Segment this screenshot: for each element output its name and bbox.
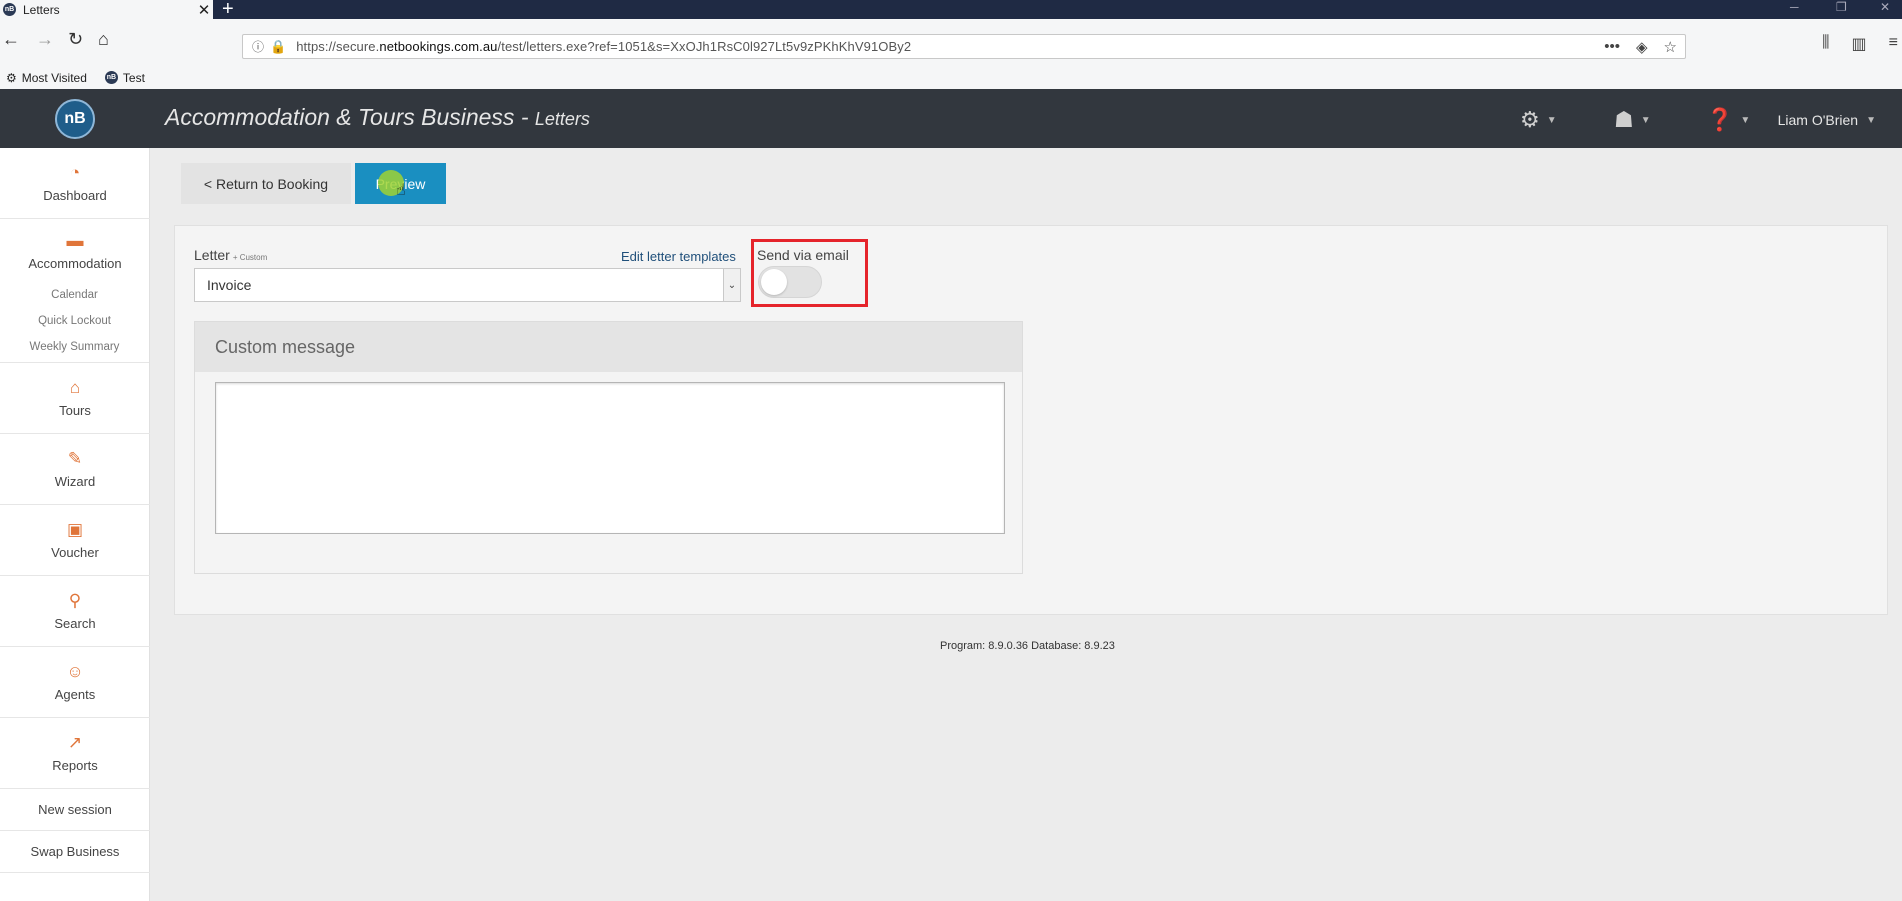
pocket-icon[interactable]: ◈ <box>1636 38 1648 56</box>
url-bar[interactable]: ⓘ 🔒 https://secure.netbookings.com.au/te… <box>242 34 1686 59</box>
custom-link[interactable]: + Custom <box>233 253 267 262</box>
custom-message-panel: Custom message <box>194 321 1023 574</box>
library-icon[interactable]: ⫼ <box>1822 34 1829 54</box>
sidebar-toggle-icon[interactable]: ▥ <box>1852 34 1867 54</box>
sidebar-item-calendar[interactable]: Calendar <box>0 282 149 308</box>
user-menu[interactable]: Liam O'Brien ▼ <box>1778 112 1876 128</box>
menu-icon[interactable]: ≡ <box>1889 34 1898 54</box>
bookmark-most-visited[interactable]: ⚙ Most Visited <box>6 71 87 85</box>
browser-toolbar-icons: ⫼ ▥ ≡ <box>1822 34 1902 54</box>
gears-icon: ⚙ <box>1520 107 1540 132</box>
custom-message-header: Custom message <box>195 322 1022 372</box>
caret-down-icon: ▼ <box>1546 114 1557 126</box>
send-via-email-label: Send via email <box>757 247 849 263</box>
sidebar-item-reports[interactable]: ↗ Reports <box>0 718 150 789</box>
app-logo: nB <box>55 98 95 139</box>
settings-menu[interactable]: ⚙ ▼ <box>1520 107 1557 133</box>
ninja-icon: ☗ <box>1614 107 1634 132</box>
site-info-icon[interactable]: ⓘ <box>252 38 264 55</box>
gear-icon: ⚙ <box>6 70 17 85</box>
sidebar-item-new-session[interactable]: New session <box>0 789 150 831</box>
app-header: nB Accommodation & Tours Business - Lett… <box>0 89 1902 148</box>
edit-letter-templates-link[interactable]: Edit letter templates <box>621 249 736 264</box>
sidebar-group-accommodation: ▬ Accommodation Calendar Quick Lockout W… <box>0 219 149 363</box>
custom-message-textarea[interactable] <box>215 382 1005 534</box>
agent-icon: ☺ <box>66 662 84 681</box>
reload-icon[interactable]: ↻ <box>68 29 83 50</box>
page-title: Accommodation & Tours Business - Letters <box>165 104 590 130</box>
user-role-menu[interactable]: ☗ ▼ <box>1614 107 1651 133</box>
help-icon: ❓ <box>1706 107 1734 132</box>
gift-icon: ▣ <box>66 520 84 539</box>
sidebar-item-swap-business[interactable]: Swap Business <box>0 831 150 873</box>
logo-area[interactable]: nB <box>0 89 150 148</box>
sidebar-item-dashboard[interactable]: ◔ Dashboard <box>0 148 150 219</box>
chart-icon: ↗ <box>67 733 83 752</box>
speedometer-icon: ◔ <box>69 163 81 182</box>
back-icon[interactable]: ← <box>2 29 20 50</box>
netbookings-favicon-icon: nB <box>104 71 118 84</box>
search-icon: ⚲ <box>68 591 82 610</box>
lock-icon: 🔒 <box>270 38 287 54</box>
restore-icon[interactable]: ❐ <box>1836 0 1847 14</box>
hand-cursor-icon: ☝ <box>396 182 406 199</box>
browser-tab[interactable]: nB Letters ✕ <box>0 0 213 19</box>
sidebar-item-tours[interactable]: ⌂ Tours <box>0 363 150 434</box>
tab-close-icon[interactable]: ✕ <box>195 1 213 19</box>
minimize-icon[interactable]: ─ <box>1790 0 1799 14</box>
caret-down-icon: ▼ <box>1640 114 1651 126</box>
letter-label: Letter + Custom <box>194 247 268 263</box>
home-icon[interactable]: ⌂ <box>98 29 109 50</box>
bed-icon: ▬ <box>66 230 84 250</box>
netbookings-favicon-icon: nB <box>3 3 16 16</box>
forward-icon[interactable]: → <box>36 29 54 50</box>
bookmark-test[interactable]: nB Test <box>104 71 145 85</box>
custom-message-title: Custom message <box>215 337 356 357</box>
sidebar-item-wizard[interactable]: ✎ Wizard <box>0 434 150 505</box>
caret-down-icon: ▼ <box>1740 114 1751 126</box>
sidebar-item-search[interactable]: ⚲ Search <box>0 576 150 647</box>
sidebar-item-accommodation[interactable]: ▬ Accommodation <box>0 219 150 282</box>
chevron-down-icon: ⌄ <box>723 269 740 301</box>
hanger-icon: ⌂ <box>69 378 81 397</box>
sidebar-item-voucher[interactable]: ▣ Voucher <box>0 505 150 576</box>
sidebar-item-weekly-summary[interactable]: Weekly Summary <box>0 334 149 360</box>
tab-title: Letters <box>23 2 60 17</box>
sidebar-item-agents[interactable]: ☺ Agents <box>0 647 150 718</box>
return-to-booking-button[interactable]: < Return to Booking <box>181 163 351 204</box>
caret-down-icon: ▼ <box>1866 114 1876 126</box>
bookmarks-bar: ⚙ Most Visited nB Test <box>0 66 1902 89</box>
magic-wand-icon: ✎ <box>67 449 83 468</box>
letter-select[interactable]: Invoice ⌄ <box>194 268 741 302</box>
send-via-email-toggle[interactable] <box>758 266 822 298</box>
sidebar: ◔ Dashboard ▬ Accommodation Calendar Qui… <box>0 148 150 901</box>
window-close-icon[interactable]: ✕ <box>1880 0 1890 14</box>
bookmark-star-icon[interactable]: ☆ <box>1664 38 1677 56</box>
version-info: Program: 8.9.0.36 Database: 8.9.23 <box>940 640 1115 652</box>
url-text: https://secure.netbookings.com.au/test/l… <box>296 39 912 54</box>
new-tab-button[interactable]: + <box>222 0 234 21</box>
toggle-knob <box>761 269 787 295</box>
browser-tab-bar: nB Letters ✕ + ─ ❐ ✕ <box>0 0 1902 21</box>
sidebar-item-quick-lockout[interactable]: Quick Lockout <box>0 308 149 334</box>
page-actions-icon[interactable]: ••• <box>1604 38 1620 56</box>
help-menu[interactable]: ❓ ▼ <box>1706 107 1750 133</box>
